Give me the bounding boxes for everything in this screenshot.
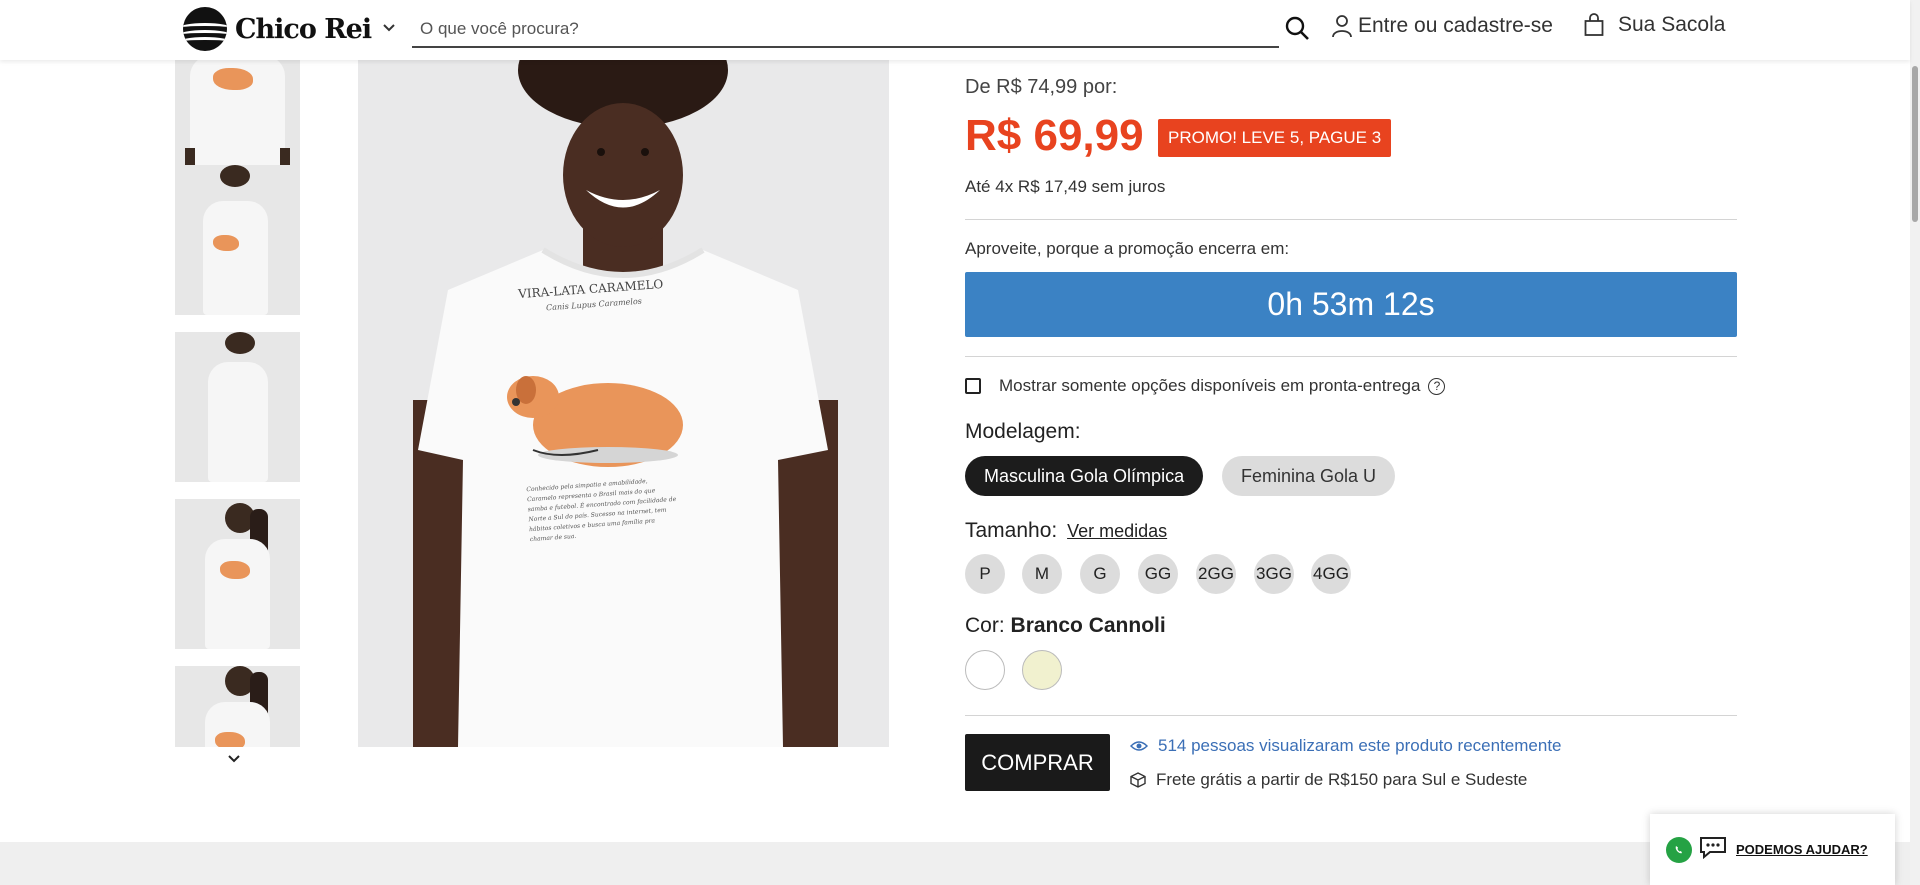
buy-button[interactable]: COMPRAR: [965, 734, 1110, 791]
size-option[interactable]: G: [1080, 554, 1120, 594]
eye-icon: [1130, 741, 1148, 751]
size-guide-link[interactable]: Ver medidas: [1067, 521, 1167, 541]
search-input[interactable]: [412, 19, 1279, 39]
thumbnail[interactable]: [175, 332, 300, 482]
color-swatch-white[interactable]: [965, 650, 1005, 690]
help-icon[interactable]: ?: [1428, 377, 1446, 395]
divider: [965, 715, 1737, 716]
help-widget-label: PODEMOS AJUDAR?: [1736, 842, 1868, 857]
logo[interactable]: Chico Rei: [183, 7, 372, 51]
thumbnail[interactable]: [175, 666, 300, 747]
product-main-image[interactable]: VIRA-LATA CARAMELO Canis Lupus Caramelos…: [358, 60, 889, 747]
chat-icon: [1698, 835, 1728, 864]
views-notice: 514 pessoas visualizaram este produto re…: [1130, 736, 1562, 756]
model-option-masculina[interactable]: Masculina Gola Olímpica: [965, 456, 1204, 496]
thumbnail[interactable]: [175, 165, 300, 315]
original-price: De R$ 74,99 por:: [965, 76, 1118, 98]
model-option-feminina[interactable]: Feminina Gola U: [1222, 456, 1396, 496]
chevron-down-icon[interactable]: [381, 19, 397, 40]
thumbnail[interactable]: [175, 499, 300, 649]
scrollbar-thumb[interactable]: [1912, 66, 1918, 222]
shipping-text: Frete grátis a partir de R$150 para Sul …: [1156, 770, 1528, 789]
installments-info: Até 4x R$ 17,49 sem juros: [965, 177, 1166, 196]
logo-text: Chico Rei: [235, 13, 372, 45]
bag-icon: [1584, 13, 1604, 36]
user-icon: [1332, 15, 1352, 38]
divider: [965, 219, 1737, 220]
whatsapp-icon: [1666, 836, 1692, 863]
color-label: Cor:: [965, 614, 1005, 637]
promo-badge: PROMO! LEVE 5, PAGUE 3: [1158, 119, 1392, 157]
login-link[interactable]: Entre ou cadastre-se: [1332, 14, 1553, 38]
countdown-label: Aproveite, porque a promoção encerra em:: [965, 239, 1290, 258]
model-label: Modelagem:: [965, 420, 1081, 443]
stock-filter-label: Mostrar somente opções disponíveis em pr…: [999, 376, 1421, 395]
views-text: 514 pessoas visualizaram este produto re…: [1158, 736, 1562, 755]
color-swatch-cannoli[interactable]: [1022, 650, 1062, 690]
current-price: R$ 69,99: [965, 111, 1144, 160]
shipping-notice: Frete grátis a partir de R$150 para Sul …: [1130, 770, 1527, 790]
bag-link[interactable]: Sua Sacola: [1584, 13, 1725, 37]
size-option[interactable]: 2GG: [1196, 554, 1236, 594]
footer-section: [0, 842, 1910, 885]
logo-icon: [183, 7, 227, 51]
stock-filter-checkbox[interactable]: [965, 378, 981, 394]
thumbnail-list: [175, 60, 300, 747]
countdown-timer: 0h 53m 12s: [965, 272, 1737, 337]
login-label: Entre ou cadastre-se: [1358, 14, 1553, 37]
size-option[interactable]: GG: [1138, 554, 1178, 594]
help-widget[interactable]: PODEMOS AJUDAR?: [1650, 814, 1895, 885]
divider: [965, 356, 1737, 357]
box-icon: [1130, 772, 1146, 788]
color-label-row: Cor: Branco Cannoli: [965, 614, 1166, 638]
size-option[interactable]: P: [965, 554, 1005, 594]
size-option[interactable]: M: [1022, 554, 1062, 594]
bag-label: Sua Sacola: [1618, 13, 1726, 36]
stock-filter[interactable]: Mostrar somente opções disponíveis em pr…: [965, 376, 1446, 396]
chevron-down-icon[interactable]: [226, 752, 242, 771]
page-scrollbar[interactable]: [1910, 0, 1920, 885]
site-header: Chico Rei Entre ou cadastre-se Sua Sacol…: [0, 0, 1910, 60]
size-label: Tamanho:: [965, 519, 1058, 542]
shirt-print-paragraph: Conhecido pela simpatia e amabilidade, C…: [526, 477, 677, 544]
size-option[interactable]: 4GG: [1311, 554, 1351, 594]
selected-color: Branco Cannoli: [1010, 614, 1166, 637]
size-label-row: Tamanho: Ver medidas: [965, 519, 1167, 543]
size-option[interactable]: 3GG: [1254, 554, 1294, 594]
search-bar: [412, 12, 1279, 48]
search-icon[interactable]: [1284, 15, 1310, 41]
